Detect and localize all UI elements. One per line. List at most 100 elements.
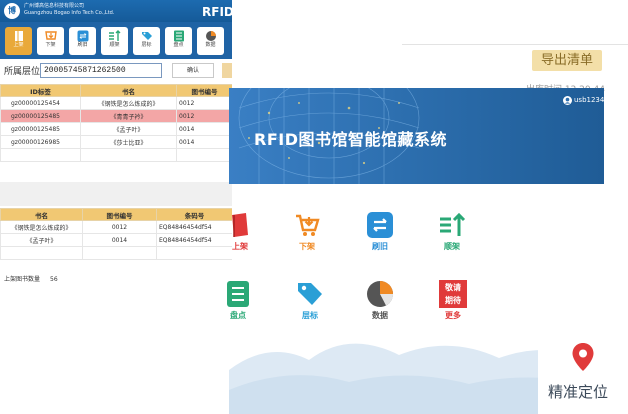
location-label: 所属层位 xyxy=(4,67,41,77)
toolbar-refresh-button[interactable]: 刷旧 xyxy=(69,27,96,55)
company-name-en: Guangzhou Bogao Info Tech Co.,Ltd. xyxy=(24,10,115,16)
table-row[interactable]: 《孟子叶》 0014 EQ84846454df54 xyxy=(0,233,232,247)
checklist-icon xyxy=(173,30,184,42)
tile-label: 更多 xyxy=(445,311,461,320)
cell-code: 0014 xyxy=(176,135,232,149)
tile-label: 下架 xyxy=(299,242,315,251)
cell-name: 《莎士比亚》 xyxy=(80,135,177,149)
cell-id: gz00000125485 xyxy=(0,109,81,123)
table-row[interactable]: gz00000125454 《钢铁是怎么炼成的》 0012 xyxy=(0,96,232,110)
tile-label: 数据 xyxy=(372,311,388,320)
toolbar-label: 数据 xyxy=(205,42,216,48)
table-header-row: 书名 图书编号 条码号 xyxy=(0,208,232,221)
toolbar-data-button[interactable]: 数据 xyxy=(197,27,224,55)
coming-soon-badge: 敬请 期待 xyxy=(439,280,467,308)
main-header-banner: usb1234 RFID图书馆智能馆藏系统 xyxy=(229,88,604,184)
cell-code: 0014 xyxy=(82,233,157,247)
table-row[interactable]: gz00000126985 《莎士比亚》 0014 xyxy=(0,135,232,149)
cart-down-icon xyxy=(44,31,57,40)
cell-code: 0012 xyxy=(176,96,232,110)
count-label: 上架图书数量 xyxy=(4,276,41,283)
tile-layer-tag[interactable]: 层标 xyxy=(290,280,330,321)
toolbar-shelve-button[interactable]: 上架 xyxy=(5,27,32,55)
location-input[interactable]: 20005745871262500 xyxy=(40,63,162,78)
refresh-icon xyxy=(77,30,88,42)
toolbar-label: 顺架 xyxy=(109,42,120,48)
table-row[interactable]: gz00000125485 《孟子叶》 0014 xyxy=(0,122,232,136)
tile-sort[interactable]: 顺架 xyxy=(432,211,472,252)
toolbar-unshelve-button[interactable]: 下架 xyxy=(37,27,64,55)
toolbar: 上架 下架 刷旧 顺架 层标 盘点 数据 xyxy=(0,22,232,59)
toolbar-layer-tag-button[interactable]: 层标 xyxy=(133,27,160,55)
cell-id xyxy=(0,148,81,162)
toolbar-label: 刷旧 xyxy=(77,42,88,48)
location-extra xyxy=(222,63,232,78)
cell-name: 《青青子衿》 xyxy=(80,109,177,123)
company-name: 广州博高信息科技有限公司 Guangzhou Bogao Info Tech C… xyxy=(24,3,114,17)
tile-inventory[interactable]: 盘点 xyxy=(218,280,258,321)
cell-code: 0012 xyxy=(176,109,232,123)
badge-line: 敬请 xyxy=(445,283,461,292)
tag-table: ID标签 书名 图书编号 gz00000125454 《钢铁是怎么炼成的》 00… xyxy=(0,84,232,162)
app-title: RFID图 xyxy=(202,5,232,19)
tag-icon xyxy=(141,32,152,40)
cell-code xyxy=(82,246,157,260)
count-value: 56 xyxy=(50,276,58,283)
toolbar-label: 上架 xyxy=(13,42,24,48)
precise-location-card[interactable]: 精准定位 xyxy=(538,327,628,414)
tile-label: 上架 xyxy=(232,242,248,251)
tile-shelve[interactable]: 上架 xyxy=(220,211,260,252)
cell-code: 0012 xyxy=(82,220,157,234)
cart-down-icon xyxy=(296,214,320,236)
toolbar-inventory-button[interactable]: 盘点 xyxy=(165,27,192,55)
pie-chart-icon xyxy=(205,31,216,41)
cell-id: gz00000125454 xyxy=(0,96,81,110)
cell-name: 《孟子叶》 xyxy=(80,122,177,136)
table-row[interactable] xyxy=(0,148,232,162)
table-row[interactable]: 《钢铁是怎么炼成的》 0012 EQ84846454df54 xyxy=(0,220,232,234)
cell-name xyxy=(0,246,83,260)
shelved-count: 上架图书数量 56 xyxy=(4,274,58,283)
cell-code: 0014 xyxy=(176,122,232,136)
cell-id: gz00000125485 xyxy=(0,122,81,136)
checklist-icon xyxy=(227,281,249,307)
pie-chart-icon xyxy=(367,281,393,307)
precise-location-label: 精准定位 xyxy=(548,383,609,401)
username[interactable]: usb1234 xyxy=(574,96,604,104)
shelving-app-window: 博 广州博高信息科技有限公司 Guangzhou Bogao Info Tech… xyxy=(0,0,232,292)
tile-label: 刷旧 xyxy=(372,242,388,251)
user-avatar-icon[interactable] xyxy=(563,96,572,105)
company-logo-icon: 博 xyxy=(4,3,20,19)
column-header: 书名 xyxy=(80,84,177,97)
export-list-button[interactable]: 导出清单 xyxy=(532,50,602,71)
confirm-button[interactable]: 确认 xyxy=(172,63,214,78)
tile-more[interactable]: 敬请 期待 更多 xyxy=(433,280,473,321)
book-icon xyxy=(232,213,248,237)
tile-data[interactable]: 数据 xyxy=(360,280,400,321)
cell-id: gz00000126985 xyxy=(0,135,81,149)
toolbar-sort-button[interactable]: 顺架 xyxy=(101,27,128,55)
column-header: 图书编号 xyxy=(176,84,232,97)
cell-name: 《钢铁是怎么炼成的》 xyxy=(80,96,177,110)
app-header: 博 广州博高信息科技有限公司 Guangzhou Bogao Info Tech… xyxy=(0,0,232,22)
cell-code xyxy=(176,148,232,162)
tile-label: 层标 xyxy=(302,311,318,320)
table-row[interactable] xyxy=(0,246,232,260)
shelved-books-table: 书名 图书编号 条码号 《钢铁是怎么炼成的》 0012 EQ84846454df… xyxy=(0,208,232,260)
tile-label: 顺架 xyxy=(444,242,460,251)
company-name-cn: 广州博高信息科技有限公司 xyxy=(24,3,85,9)
table-row-selected[interactable]: gz00000125485 《青青子衿》 0012 xyxy=(0,109,232,123)
toolbar-label: 下架 xyxy=(45,42,56,48)
tile-refresh[interactable]: 刷旧 xyxy=(360,211,400,252)
section-divider xyxy=(0,182,232,206)
sort-icon xyxy=(108,30,120,41)
divider xyxy=(402,44,628,45)
refresh-icon xyxy=(367,212,393,238)
column-header: ID标签 xyxy=(0,84,81,97)
tile-unshelve[interactable]: 下架 xyxy=(287,211,327,252)
cell-name xyxy=(80,148,177,162)
system-title: RFID图书馆智能馆藏系统 xyxy=(254,130,447,149)
tile-label: 盘点 xyxy=(230,311,246,320)
location-pin-icon xyxy=(572,343,594,371)
table-header-row: ID标签 书名 图书编号 xyxy=(0,84,232,97)
